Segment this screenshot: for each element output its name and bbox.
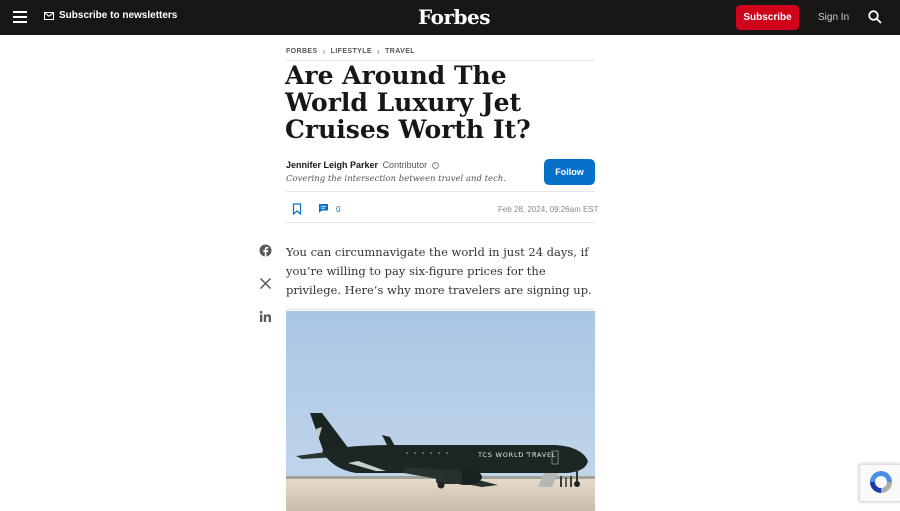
author-description: Covering the intersection between travel… xyxy=(286,174,507,184)
chevron-right-icon: › xyxy=(376,47,381,56)
author-line: Jennifer Leigh Parker Contributor i xyxy=(286,160,439,170)
newsletter-link[interactable]: Subscribe to newsletters xyxy=(44,10,177,21)
facebook-icon[interactable] xyxy=(259,244,272,257)
divider xyxy=(286,309,595,310)
author-role: Contributor xyxy=(382,160,428,170)
newsletter-label: Subscribe to newsletters xyxy=(59,10,178,21)
chevron-right-icon: › xyxy=(322,47,326,56)
bookmark-icon[interactable] xyxy=(292,203,302,215)
comment-count[interactable]: 0 xyxy=(336,205,340,214)
linkedin-icon[interactable] xyxy=(259,310,272,323)
follow-button[interactable]: Follow xyxy=(544,159,595,185)
top-nav: Subscribe to newsletters Forbes Subscrib… xyxy=(0,0,900,35)
recaptcha-badge[interactable] xyxy=(859,464,900,502)
aircraft-livery: TCS WORLD TRAVEL xyxy=(477,451,556,459)
article-title: Are Around The World Luxury Jet Cruises … xyxy=(285,61,531,144)
divider xyxy=(286,222,595,223)
hero-image: TCS WORLD TRAVEL xyxy=(286,311,595,511)
x-icon[interactable] xyxy=(259,277,272,290)
breadcrumb-travel[interactable]: TRAVEL xyxy=(385,48,415,55)
recaptcha-icon xyxy=(870,471,892,493)
forbes-logo[interactable]: Forbes xyxy=(418,5,490,29)
info-icon[interactable]: i xyxy=(431,162,439,170)
breadcrumb: FORBES › LIFESTYLE › TRAVEL xyxy=(286,47,415,56)
search-icon[interactable] xyxy=(868,10,882,24)
publish-date: Feb 28, 2024, 09:26am EST xyxy=(498,205,599,214)
breadcrumb-forbes[interactable]: FORBES xyxy=(286,48,318,55)
divider xyxy=(286,191,595,192)
menu-icon[interactable] xyxy=(13,11,27,23)
comment-icon[interactable] xyxy=(318,203,329,214)
author-name[interactable]: Jennifer Leigh Parker xyxy=(286,160,378,170)
sign-in-link[interactable]: Sign In xyxy=(818,12,849,23)
article-summary: You can circumnavigate the world in just… xyxy=(286,245,592,297)
jet-airplane: TCS WORLD TRAVEL xyxy=(296,413,588,489)
mail-icon xyxy=(44,11,54,20)
subscribe-button[interactable]: Subscribe xyxy=(736,5,799,30)
breadcrumb-lifestyle[interactable]: LIFESTYLE xyxy=(331,48,372,55)
